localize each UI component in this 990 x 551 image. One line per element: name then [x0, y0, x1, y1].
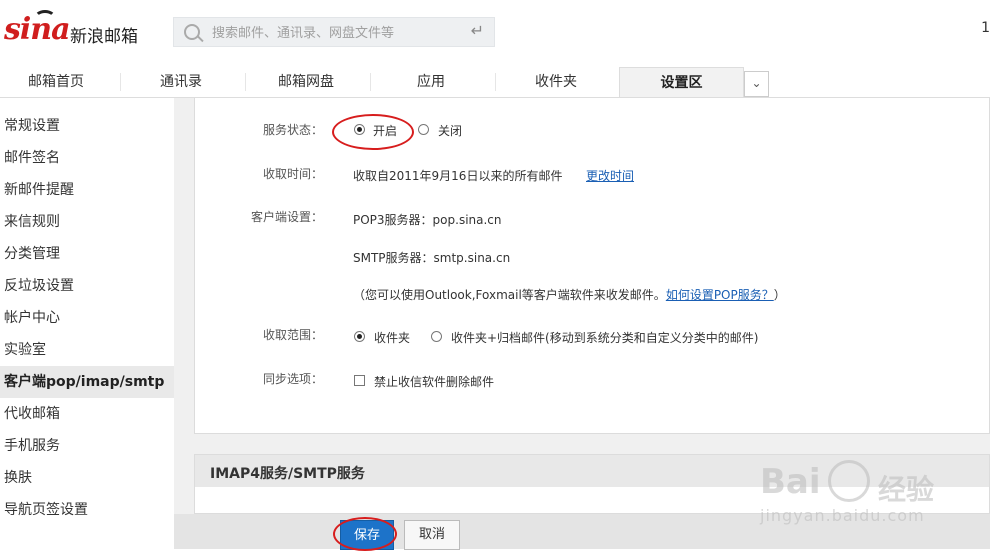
- search-icon: [184, 24, 200, 40]
- tab-contacts[interactable]: 通讯录: [125, 67, 237, 97]
- smtp-server: SMTP服务器：smtp.sina.cn: [353, 251, 511, 265]
- sidebar-item-lab[interactable]: 实验室: [0, 334, 174, 366]
- settings-sidebar: 常规设置 邮件签名 新邮件提醒 来信规则 分类管理 反垃圾设置 帐户中心 实验室…: [0, 98, 174, 549]
- pop3-server: POP3服务器：pop.sina.cn: [353, 213, 502, 227]
- pop-help-link[interactable]: 如何设置POP服务？: [666, 288, 774, 302]
- client-settings-label: 客户端设置：: [250, 210, 323, 224]
- tab-divider: [495, 73, 496, 91]
- watermark-url: jingyan.baidu.com: [760, 506, 925, 525]
- annotation-circle: [332, 114, 414, 150]
- sidebar-item-nav-tabs[interactable]: 导航页签设置: [0, 494, 174, 526]
- receive-time-value: 收取自2011年9月16日以来的所有邮件: [353, 169, 563, 183]
- sidebar-item-rules[interactable]: 来信规则: [0, 206, 174, 238]
- status-off-radio[interactable]: [418, 124, 429, 135]
- tab-divider: [120, 73, 121, 91]
- tab-mail-home[interactable]: 邮箱首页: [0, 67, 112, 97]
- tab-apps[interactable]: 应用: [375, 67, 487, 97]
- sidebar-item-signature[interactable]: 邮件签名: [0, 142, 174, 174]
- sidebar-item-skin[interactable]: 换肤: [0, 462, 174, 494]
- save-annotation-circle: [333, 517, 397, 551]
- imap-section-title: IMAP4服务/SMTP服务: [210, 466, 365, 482]
- range-archive-label[interactable]: 收件夹+归档邮件(移动到系统分类和自定义分类中的邮件): [451, 329, 758, 346]
- baidu-watermark: Bai 经验 jingyan.baidu.com: [760, 460, 990, 549]
- sidebar-item-general[interactable]: 常规设置: [0, 110, 174, 142]
- range-inbox-radio[interactable]: [354, 331, 365, 342]
- range-archive-radio[interactable]: [431, 331, 442, 342]
- client-note-prefix: （您可以使用Outlook,Foxmail等客户端软件来收发邮件。: [353, 288, 666, 302]
- main-tab-bar: 邮箱首页 通讯录 邮箱网盘 应用 收件夹 设置区 ⌄: [0, 67, 990, 98]
- cancel-button[interactable]: 取消: [404, 520, 460, 550]
- chevron-down-icon[interactable]: ⌄: [744, 71, 769, 97]
- sidebar-item-client-pop[interactable]: 客户端pop/imap/smtp: [0, 366, 174, 398]
- change-time-link[interactable]: 更改时间: [586, 167, 634, 184]
- sidebar-item-account[interactable]: 帐户中心: [0, 302, 174, 334]
- sidebar-item-collect-mail[interactable]: 代收邮箱: [0, 398, 174, 430]
- service-status-label: 服务状态：: [262, 123, 323, 137]
- tab-divider: [370, 73, 371, 91]
- sidebar-item-categories[interactable]: 分类管理: [0, 238, 174, 270]
- logo-eye-icon: [34, 10, 56, 26]
- sync-checkbox[interactable]: [354, 375, 365, 386]
- corner-number: 1: [981, 20, 990, 36]
- range-inbox-label[interactable]: 收件夹: [374, 329, 410, 346]
- sidebar-item-mobile[interactable]: 手机服务: [0, 430, 174, 462]
- search-box[interactable]: ↵: [173, 17, 495, 47]
- sidebar-item-new-mail-alert[interactable]: 新邮件提醒: [0, 174, 174, 206]
- tab-inbox[interactable]: 收件夹: [500, 67, 612, 97]
- paw-icon: [828, 460, 870, 502]
- watermark-brand: Bai: [760, 462, 821, 502]
- receive-range-label: 收取范围：: [262, 328, 323, 342]
- tab-divider: [245, 73, 246, 91]
- client-note: （您可以使用Outlook,Foxmail等客户端软件来收发邮件。如何设置POP…: [353, 286, 786, 303]
- sidebar-item-antispam[interactable]: 反垃圾设置: [0, 270, 174, 302]
- sina-logo[interactable]: sina 新浪邮箱: [4, 10, 154, 52]
- client-note-suffix: ）: [773, 288, 786, 302]
- tab-settings[interactable]: 设置区: [619, 67, 744, 97]
- enter-icon[interactable]: ↵: [471, 21, 484, 40]
- sync-option-label: 同步选项：: [262, 372, 323, 386]
- mail-product-name: 新浪邮箱: [70, 27, 138, 47]
- search-input[interactable]: [210, 22, 454, 44]
- receive-time-label: 收取时间：: [262, 167, 323, 181]
- pop-settings-panel: 服务状态： 开启 关闭 收取时间： 收取自2011年9月16日以来的所有邮件 更…: [194, 98, 990, 434]
- sync-option-text[interactable]: 禁止收信软件删除邮件: [374, 373, 494, 390]
- status-off-label[interactable]: 关闭: [438, 122, 462, 139]
- watermark-brand-cn: 经验: [878, 473, 935, 506]
- tab-netdisk[interactable]: 邮箱网盘: [250, 67, 362, 97]
